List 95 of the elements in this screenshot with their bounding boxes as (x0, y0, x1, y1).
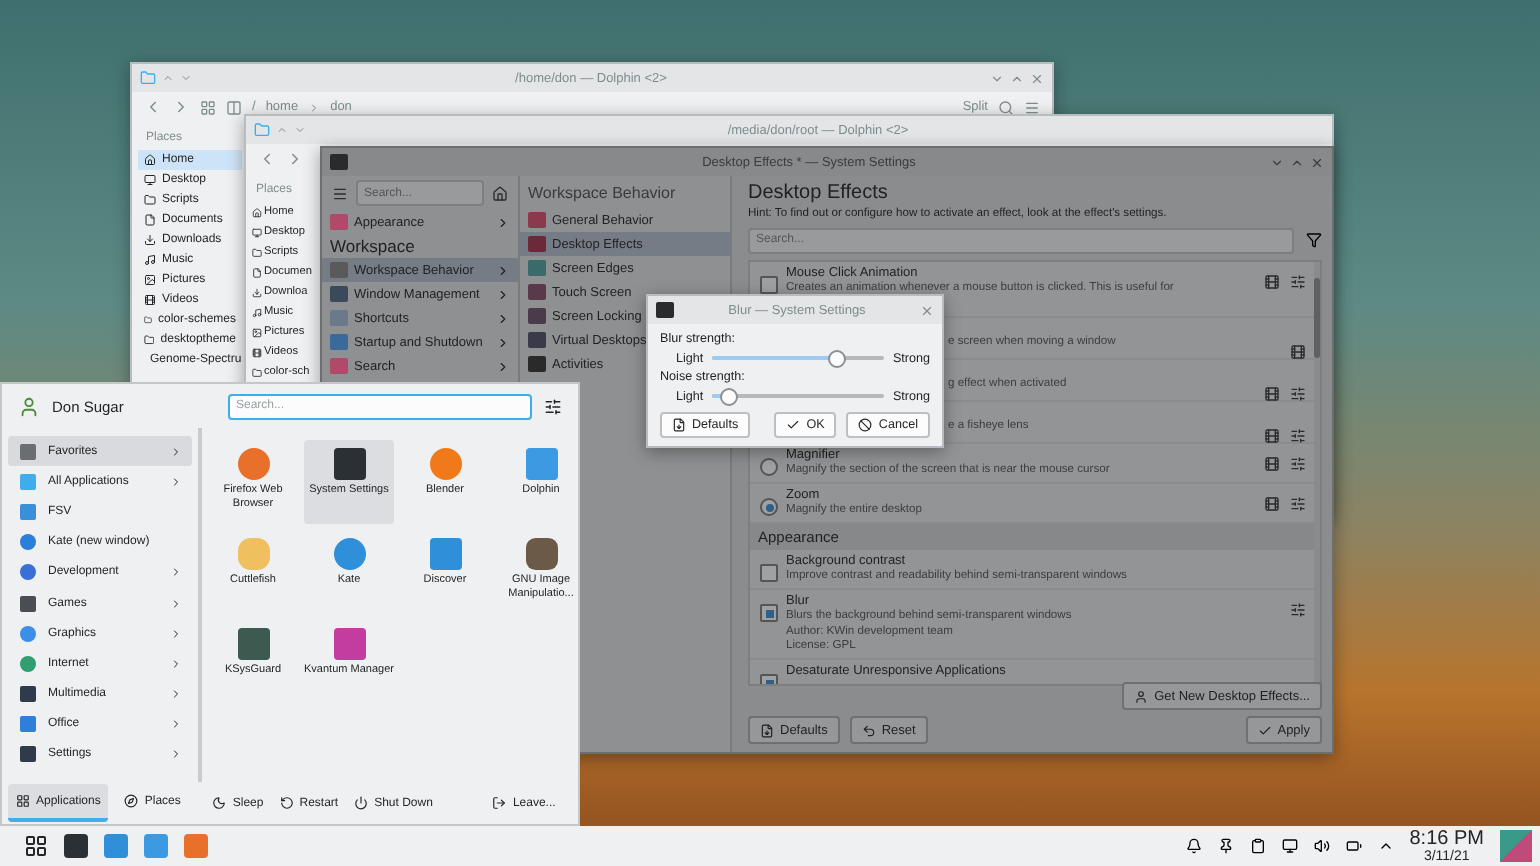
video-icon[interactable] (1264, 428, 1280, 444)
check-icon (1257, 723, 1272, 737)
home-icon[interactable] (492, 185, 508, 201)
folder-icon (254, 122, 270, 138)
notification-icon[interactable] (1185, 838, 1202, 854)
search-icon[interactable] (998, 99, 1014, 115)
place-icon (251, 367, 261, 377)
category-icon (330, 214, 348, 230)
app-icon (429, 448, 461, 480)
undo-icon (861, 723, 876, 737)
category-heading: Workspace (328, 234, 417, 258)
radio-button[interactable] (760, 498, 778, 516)
task-icon[interactable] (64, 834, 88, 858)
checkbox[interactable] (760, 276, 778, 294)
check-icon (786, 418, 801, 432)
section-title: Workspace Behavior (526, 181, 678, 206)
app-icon (656, 302, 674, 318)
app-icon (525, 448, 557, 480)
place-icon (251, 307, 261, 317)
place-icon (251, 227, 261, 237)
video-icon[interactable] (1264, 274, 1280, 290)
app-icon (525, 538, 557, 570)
details-view-icon[interactable] (226, 99, 242, 115)
place-icon (144, 194, 156, 206)
compass-icon (124, 794, 139, 808)
minimize-icon[interactable] (990, 71, 1004, 85)
scrollbar-thumb[interactable] (1314, 278, 1320, 358)
place-icon (144, 314, 152, 326)
maximize-icon[interactable] (1010, 71, 1024, 85)
video-icon[interactable] (1264, 456, 1280, 472)
forward-icon[interactable] (172, 98, 190, 116)
launcher-icon[interactable] (24, 834, 48, 858)
place-icon (144, 294, 156, 306)
display-icon[interactable] (1281, 838, 1298, 854)
checkbox[interactable] (760, 604, 778, 622)
minimize-icon[interactable] (1270, 155, 1284, 169)
close-icon[interactable] (1310, 155, 1324, 169)
menu-icon[interactable] (1024, 99, 1040, 115)
video-icon[interactable] (1264, 496, 1280, 512)
document-icon (672, 418, 686, 432)
place-icon (144, 274, 156, 286)
app-icon (333, 628, 365, 660)
cancel-icon (858, 418, 873, 432)
place-icon (144, 334, 155, 346)
folder-icon (140, 70, 156, 86)
place-icon (251, 347, 261, 357)
back-icon[interactable] (258, 150, 276, 168)
slider-handle[interactable] (720, 388, 739, 406)
close-icon[interactable] (1030, 71, 1044, 85)
radio-button[interactable] (760, 458, 778, 476)
app-icon (333, 448, 365, 480)
expand-icon[interactable] (1377, 838, 1394, 854)
place-icon (251, 287, 261, 297)
document-icon (760, 723, 774, 737)
logout-icon (492, 796, 507, 810)
place-icon (251, 247, 261, 257)
app-icon (237, 448, 269, 480)
slider-handle[interactable] (828, 350, 847, 368)
moon-icon (212, 796, 227, 810)
grid-view-icon[interactable] (200, 99, 216, 115)
app-icon (330, 154, 348, 170)
place-icon (144, 234, 156, 246)
video-icon[interactable] (1290, 344, 1306, 360)
app-icon (429, 538, 461, 570)
place-icon (144, 154, 156, 166)
app-icon (333, 538, 365, 570)
place-icon (251, 267, 261, 277)
place-icon (251, 327, 261, 337)
back-icon[interactable] (144, 98, 162, 116)
place-icon (251, 207, 261, 217)
place-icon (144, 254, 156, 266)
app-icon (237, 538, 269, 570)
pin-icon[interactable] (1217, 838, 1234, 854)
menu-icon[interactable] (332, 185, 348, 201)
place-icon (144, 214, 156, 226)
volume-icon[interactable] (1313, 838, 1330, 854)
user-avatar-icon (18, 395, 40, 417)
battery-icon[interactable] (1345, 838, 1362, 854)
filter-icon[interactable] (1306, 232, 1322, 248)
clipboard-icon[interactable] (1249, 838, 1266, 854)
page-title: Desktop Effects (748, 179, 890, 207)
chevron-icon (496, 215, 510, 229)
grid-icon (16, 794, 30, 808)
power-icon (354, 796, 369, 810)
maximize-icon[interactable] (1290, 155, 1304, 169)
clock-time[interactable]: 8:16 PM (1409, 829, 1484, 849)
user-icon (1134, 689, 1149, 703)
place-icon (144, 174, 156, 186)
app-icon (237, 628, 269, 660)
forward-icon[interactable] (286, 150, 304, 168)
configure-icon[interactable] (544, 397, 562, 415)
video-icon[interactable] (1264, 386, 1280, 402)
checkbox[interactable] (760, 564, 778, 582)
restart-icon (279, 796, 294, 810)
close-icon[interactable] (920, 303, 934, 317)
